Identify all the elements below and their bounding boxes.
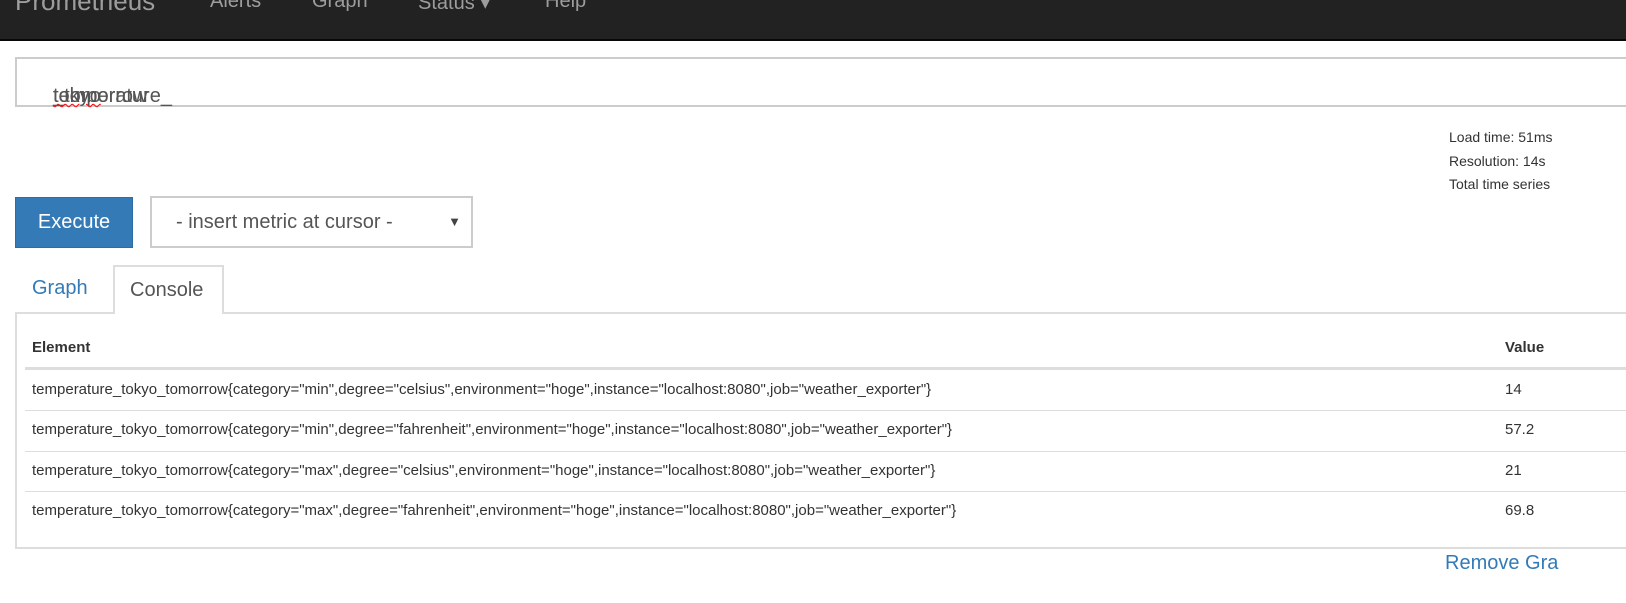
value-cell: 14 (1505, 381, 1522, 398)
remove-graph-link[interactable]: Remove Gra (1445, 552, 1558, 575)
tab-console[interactable]: Console (113, 265, 224, 314)
header-divider (25, 367, 1626, 370)
brand-link[interactable]: Prometheus (15, 0, 155, 17)
element-cell: temperature_tokyo_tomorrow{category="min… (32, 421, 953, 438)
select-value: - insert metric at cursor - (176, 211, 393, 233)
nav-alerts[interactable]: Alerts (210, 0, 261, 13)
column-header-element: Element (32, 339, 91, 356)
triangle-down-icon: ▼ (448, 214, 461, 229)
resolution: Resolution: 14s (1449, 152, 1546, 169)
row-divider (25, 410, 1626, 411)
tab-graph[interactable]: Graph (15, 265, 113, 312)
expression-input[interactable]: temperature_ tokyo _tomorrow (15, 57, 1626, 107)
query-stats: Load time: 51ms Resolution: 14s Total ti… (1449, 126, 1553, 197)
element-cell: temperature_tokyo_tomorrow{category="max… (32, 502, 957, 519)
row-divider (25, 451, 1626, 452)
execute-button[interactable]: Execute (15, 197, 133, 248)
element-cell: temperature_tokyo_tomorrow{category="min… (32, 381, 932, 398)
load-time: Load time: 51ms (1449, 129, 1553, 145)
nav-status-dropdown[interactable]: Status ▾ (418, 0, 490, 15)
value-cell: 21 (1505, 462, 1522, 479)
navbar: Prometheus Alerts Graph Status ▾ Help (0, 0, 1626, 41)
value-cell: 69.8 (1505, 502, 1535, 519)
row-divider (25, 491, 1626, 492)
total-time-series: Total time series (1449, 176, 1551, 192)
insert-metric-select[interactable]: - insert metric at cursor - ▼ (150, 196, 473, 248)
element-cell: temperature_tokyo_tomorrow{category="max… (32, 462, 936, 479)
column-header-value: Value (1505, 339, 1545, 356)
value-cell: 57.2 (1505, 421, 1535, 438)
nav-help[interactable]: Help (545, 0, 586, 13)
nav-graph[interactable]: Graph (312, 0, 368, 13)
expr-part: _tomorrow (53, 85, 148, 107)
